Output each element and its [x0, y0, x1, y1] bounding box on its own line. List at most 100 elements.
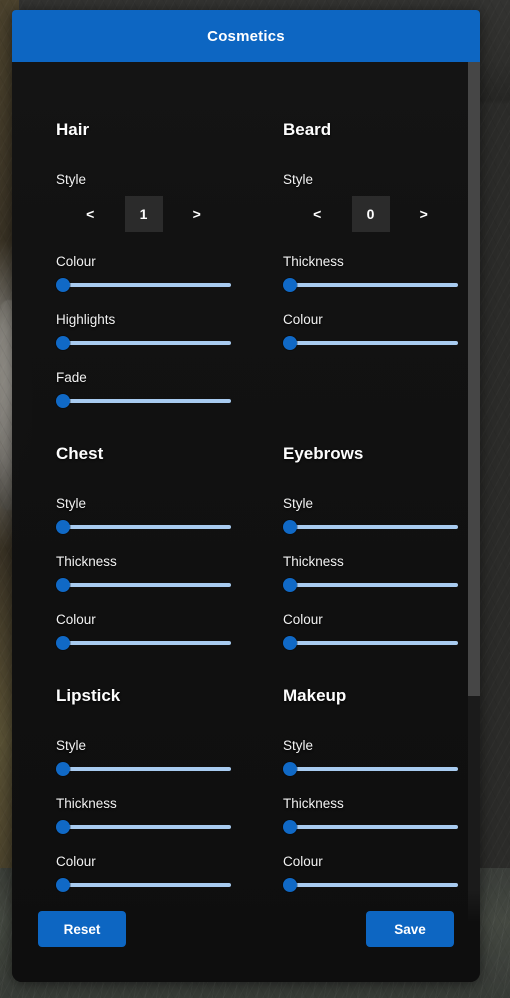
group-title-lipstick: Lipstick	[56, 686, 121, 705]
slider-thumb[interactable]	[56, 636, 70, 650]
slider-lipstick-thickness[interactable]	[56, 820, 231, 834]
field-makeup-thickness: Thickness	[283, 796, 458, 834]
label-lipstick-colour: Colour	[56, 854, 96, 869]
slider-lipstick-style[interactable]	[56, 762, 231, 776]
label-makeup-style: Style	[283, 738, 314, 753]
slider-track[interactable]	[291, 283, 458, 287]
group-title-beard: Beard	[283, 120, 332, 139]
group-beard: Beard Style < 0 > Thickness Colour	[261, 120, 480, 408]
field-makeup-colour: Colour	[283, 854, 458, 892]
field-makeup-style: Style	[283, 738, 458, 776]
slider-chest-colour[interactable]	[56, 636, 231, 650]
slider-track[interactable]	[64, 825, 231, 829]
stepper-prev-icon[interactable]: <	[56, 196, 125, 232]
scrollbar-thumb[interactable]	[468, 62, 480, 696]
scroll-host: Hair Style < 1 > Colour Highlights Fade …	[12, 62, 480, 982]
group-lipstick: Lipstick Style Thickness Colour	[12, 686, 261, 892]
slider-hair-colour[interactable]	[56, 278, 231, 292]
group-eyebrows: Eyebrows Style Thickness Colour	[261, 444, 480, 650]
field-hair-highlights: Highlights	[56, 312, 231, 350]
stepper-next-icon[interactable]: >	[163, 196, 232, 232]
slider-track[interactable]	[291, 583, 458, 587]
window-title: Cosmetics	[207, 27, 285, 45]
label-chest-style: Style	[56, 496, 87, 511]
slider-beard-thickness[interactable]	[283, 278, 458, 292]
slider-track[interactable]	[64, 767, 231, 771]
slider-thumb[interactable]	[56, 578, 70, 592]
slider-thumb[interactable]	[56, 278, 70, 292]
slider-thumb[interactable]	[283, 636, 297, 650]
slider-chest-style[interactable]	[56, 520, 231, 534]
slider-track[interactable]	[291, 341, 458, 345]
slider-eyebrows-style[interactable]	[283, 520, 458, 534]
window-titlebar: Cosmetics	[12, 10, 480, 62]
stepper-beard-style[interactable]: < 0 >	[283, 196, 458, 232]
slider-track[interactable]	[64, 525, 231, 529]
slider-thumb[interactable]	[56, 762, 70, 776]
slider-track[interactable]	[64, 583, 231, 587]
label-eyebrows-colour: Colour	[283, 612, 323, 627]
stepper-prev-icon[interactable]: <	[283, 196, 352, 232]
slider-thumb[interactable]	[283, 336, 297, 350]
stepper-next-icon[interactable]: >	[390, 196, 459, 232]
slider-track[interactable]	[291, 641, 458, 645]
slider-beard-colour[interactable]	[283, 336, 458, 350]
group-chest: Chest Style Thickness Colour	[12, 444, 261, 650]
slider-chest-thickness[interactable]	[56, 578, 231, 592]
field-hair-colour: Colour	[56, 254, 231, 292]
slider-track[interactable]	[64, 341, 231, 345]
stepper-value: 1	[124, 196, 163, 232]
cosmetics-content: Hair Style < 1 > Colour Highlights Fade …	[12, 62, 480, 982]
field-lipstick-thickness: Thickness	[56, 796, 231, 834]
label-hair-style: Style	[56, 172, 87, 187]
slider-track[interactable]	[291, 883, 458, 887]
group-title-makeup: Makeup	[283, 686, 347, 705]
slider-track[interactable]	[64, 283, 231, 287]
field-chest-thickness: Thickness	[56, 554, 231, 592]
group-hair: Hair Style < 1 > Colour Highlights Fade	[12, 120, 261, 408]
slider-hair-fade[interactable]	[56, 394, 231, 408]
slider-eyebrows-colour[interactable]	[283, 636, 458, 650]
slider-makeup-style[interactable]	[283, 762, 458, 776]
group-title-eyebrows: Eyebrows	[283, 444, 364, 463]
field-beard-colour: Colour	[283, 312, 458, 350]
vertical-scrollbar[interactable]	[468, 62, 480, 982]
slider-thumb[interactable]	[56, 394, 70, 408]
stepper-hair-style[interactable]: < 1 >	[56, 196, 231, 232]
slider-thumb[interactable]	[56, 520, 70, 534]
field-eyebrows-thickness: Thickness	[283, 554, 458, 592]
slider-eyebrows-thickness[interactable]	[283, 578, 458, 592]
slider-thumb[interactable]	[56, 336, 70, 350]
reset-button[interactable]: Reset	[38, 911, 126, 947]
group-title-chest: Chest	[56, 444, 104, 463]
label-eyebrows-style: Style	[283, 496, 314, 511]
slider-makeup-thickness[interactable]	[283, 820, 458, 834]
stepper-value: 0	[351, 196, 390, 232]
slider-thumb[interactable]	[283, 278, 297, 292]
slider-track[interactable]	[291, 825, 458, 829]
field-chest-colour: Colour	[56, 612, 231, 650]
slider-thumb[interactable]	[283, 520, 297, 534]
slider-track[interactable]	[64, 641, 231, 645]
slider-track[interactable]	[291, 767, 458, 771]
slider-track[interactable]	[64, 883, 231, 887]
slider-thumb[interactable]	[283, 578, 297, 592]
slider-hair-highlights[interactable]	[56, 336, 231, 350]
slider-thumb[interactable]	[56, 820, 70, 834]
label-lipstick-thickness: Thickness	[56, 796, 117, 811]
field-beard-thickness: Thickness	[283, 254, 458, 292]
field-chest-style: Style	[56, 496, 231, 534]
field-hair-fade: Fade	[56, 370, 231, 408]
slider-thumb[interactable]	[283, 820, 297, 834]
slider-track[interactable]	[64, 399, 231, 403]
slider-thumb[interactable]	[283, 762, 297, 776]
field-lipstick-colour: Colour	[56, 854, 231, 892]
save-button[interactable]: Save	[366, 911, 454, 947]
label-beard-thickness: Thickness	[283, 254, 344, 269]
slider-track[interactable]	[291, 525, 458, 529]
label-eyebrows-thickness: Thickness	[283, 554, 344, 569]
label-hair-colour: Colour	[56, 254, 96, 269]
